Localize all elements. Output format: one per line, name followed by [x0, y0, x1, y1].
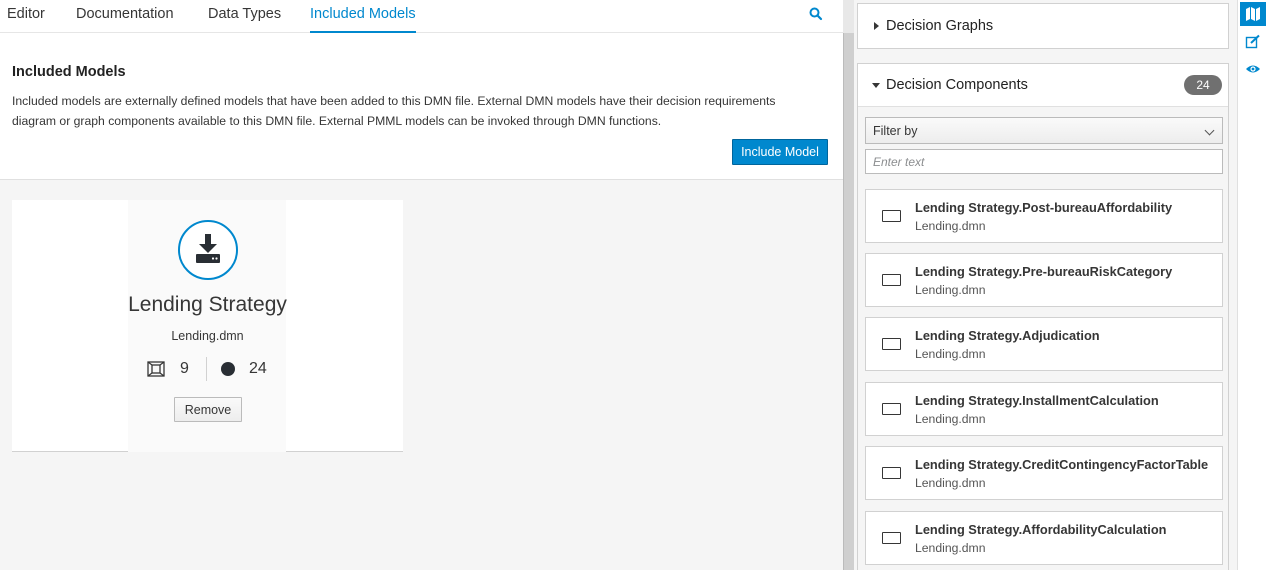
drg-icon [147, 361, 165, 377]
import-icon [178, 220, 238, 280]
model-stats: 9 24 [12, 357, 403, 381]
decision-navigator: Decision Graphs Decision Components 24 F… [854, 0, 1238, 570]
model-file: Lending.dmn [171, 329, 244, 343]
tab-included-models[interactable]: Included Models [310, 6, 416, 33]
included-model-card: Lending Strategy Lending.dmn 9 24 Remove [12, 200, 403, 452]
decision-graphs-title: Decision Graphs [886, 18, 994, 34]
editor-area: Editor Documentation Data Types Included… [0, 0, 843, 570]
component-name: Lending Strategy.InstallmentCalculation [915, 393, 1159, 408]
filter-by-select[interactable]: Filter by [865, 117, 1223, 144]
page-description: Included models are externally defined m… [12, 94, 776, 128]
decision-icon [882, 210, 901, 222]
tab-data-types[interactable]: Data Types [208, 6, 281, 33]
component-count: 24 [249, 360, 267, 377]
component-file: Lending.dmn [915, 412, 986, 426]
component-file: Lending.dmn [915, 476, 986, 490]
decision-components-header[interactable]: Decision Components 24 [858, 64, 1228, 107]
tab-documentation[interactable]: Documentation [76, 6, 174, 33]
tab-editor[interactable]: Editor [7, 6, 45, 33]
stat-divider [206, 357, 207, 381]
decision-components-panel: Decision Components 24 Filter by Lending… [857, 63, 1229, 570]
map-icon[interactable] [1240, 2, 1266, 26]
edit-icon[interactable] [1240, 30, 1266, 54]
filter-text-input[interactable] [865, 149, 1223, 174]
drg-count: 9 [180, 360, 189, 377]
components-count-badge: 24 [1184, 75, 1222, 95]
component-file: Lending.dmn [915, 219, 986, 233]
component-item[interactable]: Lending Strategy.Post-bureauAffordabilit… [865, 189, 1223, 243]
component-item[interactable]: Lending Strategy.AffordabilityCalculatio… [865, 511, 1223, 565]
component-file: Lending.dmn [915, 541, 986, 555]
component-name: Lending Strategy.Adjudication [915, 328, 1100, 343]
caret-right-icon [874, 22, 879, 30]
included-models-header: Included Models Included models are exte… [0, 33, 843, 180]
splitter-handle[interactable] [843, 33, 854, 570]
decision-icon [882, 274, 901, 286]
component-file: Lending.dmn [915, 283, 986, 297]
component-name: Lending Strategy.Pre-bureauRiskCategory [915, 264, 1173, 279]
component-item[interactable]: Lending Strategy.Pre-bureauRiskCategory … [865, 253, 1223, 307]
search-icon[interactable] [809, 7, 823, 21]
component-item[interactable]: Lending Strategy.InstallmentCalculation … [865, 382, 1223, 436]
decision-icon [882, 338, 901, 350]
tab-bar: Editor Documentation Data Types Included… [0, 0, 843, 33]
remove-button[interactable]: Remove [174, 397, 242, 422]
page-title: Included Models [12, 64, 126, 80]
decision-components-title: Decision Components [886, 77, 1028, 93]
include-model-button[interactable]: Include Model [732, 139, 828, 165]
model-title: Lending Strategy [128, 293, 287, 316]
caret-down-icon [872, 83, 880, 88]
filter-by-label: Filter by [873, 124, 918, 138]
decision-icon [882, 467, 901, 479]
decision-icon [882, 403, 901, 415]
component-name: Lending Strategy.Post-bureauAffordabilit… [915, 200, 1173, 215]
chevron-down-icon [1204, 125, 1215, 136]
component-file: Lending.dmn [915, 347, 986, 361]
component-name: Lending Strategy.CreditContingencyFactor… [915, 457, 1209, 472]
component-item[interactable]: Lending Strategy.Adjudication Lending.dm… [865, 317, 1223, 371]
decision-graphs-panel[interactable]: Decision Graphs [857, 3, 1229, 49]
component-icon [221, 362, 235, 376]
decision-icon [882, 532, 901, 544]
component-name: Lending Strategy.AffordabilityCalculatio… [915, 522, 1167, 537]
side-toolbar [1238, 0, 1267, 570]
component-item[interactable]: Lending Strategy.CreditContingencyFactor… [865, 446, 1223, 500]
eye-icon[interactable] [1240, 57, 1266, 81]
